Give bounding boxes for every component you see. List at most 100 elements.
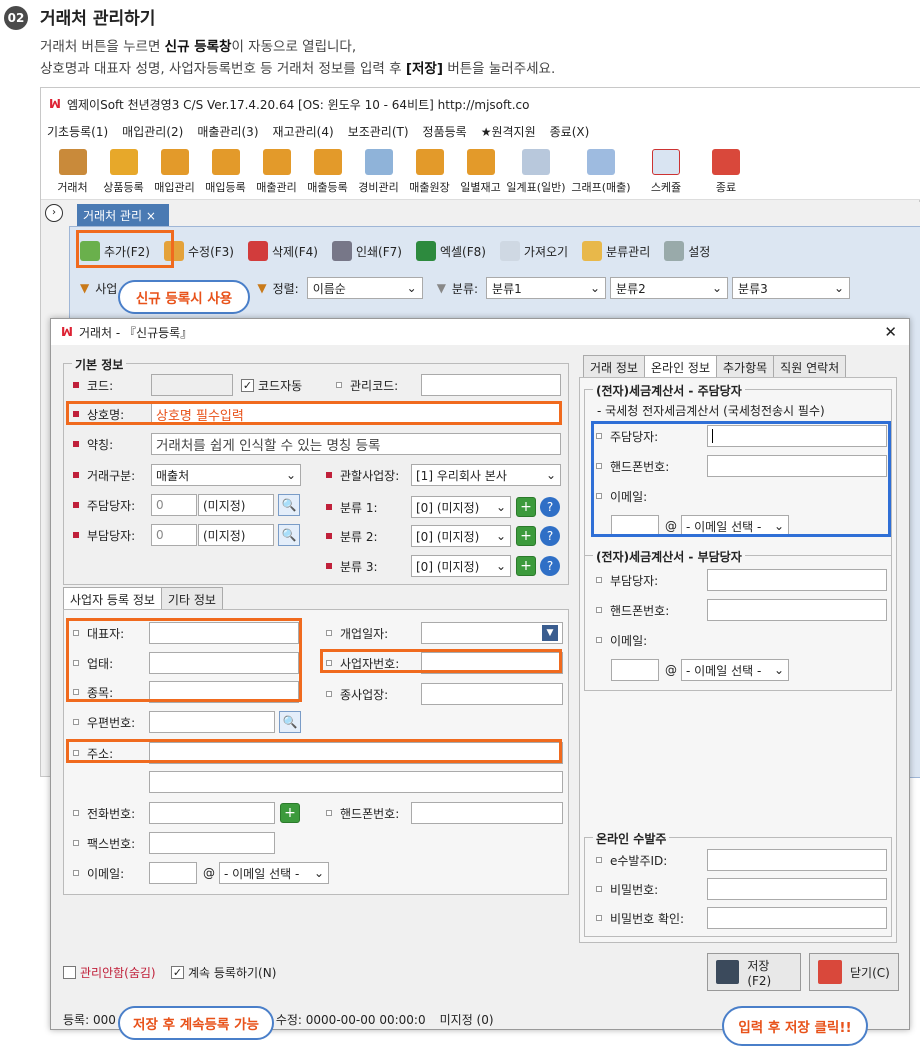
branch-select[interactable]: [1] 우리회사 본사 ⌄ [411, 464, 561, 486]
help-icon[interactable]: ? [540, 497, 560, 517]
email-user-input[interactable] [149, 862, 197, 884]
toolbar-customer-button[interactable]: 거래처 [47, 145, 98, 199]
fax-input[interactable] [149, 832, 275, 854]
toolbar-purchase-reg-button[interactable]: 매입등록 [200, 145, 251, 199]
toolbar-stock-button[interactable]: 일별재고 [455, 145, 506, 199]
continue-checkbox[interactable]: ✓ 계속 등록하기(N) [171, 961, 276, 983]
document-icon [522, 149, 550, 175]
category1-select[interactable]: 분류1 ⌄ [486, 277, 607, 299]
main-manager-code[interactable]: 0 [151, 494, 197, 516]
fax-label: 팩스번호: [73, 832, 135, 854]
add-icon[interactable]: + [516, 497, 536, 517]
tab-online-info[interactable]: 온라인 정보 [643, 355, 717, 379]
menu-item[interactable]: ★원격지원 [481, 123, 536, 140]
tab-business-info[interactable]: 사업자 등록 정보 [63, 587, 162, 611]
menu-item[interactable]: 보조관리(T) [348, 123, 409, 140]
settings-button[interactable]: 설정 [664, 241, 710, 261]
category3-label: 분류 3: [326, 555, 378, 577]
online-pw2-input[interactable] [707, 907, 887, 929]
close-icon[interactable]: ✕ [884, 323, 897, 341]
category2-select[interactable]: [0] (미지정) ⌄ [411, 525, 511, 547]
autocode-checkbox[interactable]: ✓ 코드자동 [241, 374, 302, 396]
calendar-dropdown-icon[interactable]: ▼ [542, 625, 558, 641]
delete-button[interactable]: 삭제(F4) [247, 241, 318, 261]
help-icon[interactable]: ? [540, 526, 560, 546]
search-icon[interactable]: 🔍 [278, 524, 300, 546]
import-button[interactable]: 가져오기 [499, 241, 568, 261]
menu-item[interactable]: 기초등록(1) [47, 123, 108, 140]
tab-extra-items[interactable]: 추가항목 [716, 355, 775, 379]
mgmt-code-input[interactable] [421, 374, 561, 396]
online-pw-input[interactable] [707, 878, 887, 900]
open-date-picker[interactable]: ▼ [421, 622, 563, 644]
alias-input[interactable]: 거래처를 쉽게 인식할 수 있는 명칭 등록 [151, 433, 561, 455]
print-button[interactable]: 인쇄(F7) [331, 241, 402, 261]
trade-type-select[interactable]: 매출처 ⌄ [151, 464, 301, 486]
help-icon[interactable]: ? [540, 556, 560, 576]
code-input[interactable] [151, 374, 233, 396]
tax-sub-mgr-input[interactable] [707, 569, 887, 591]
tax-sub-email-user[interactable] [611, 659, 659, 681]
save-button[interactable]: 저장(F2) [707, 953, 801, 991]
tab-customer-management[interactable]: 거래처 관리 × [77, 204, 169, 226]
menu-item[interactable]: 재고관리(4) [273, 123, 334, 140]
search-icon[interactable]: 🔍 [278, 494, 300, 516]
excel-button[interactable]: 엑셀(F8) [415, 241, 486, 261]
add-phone-icon[interactable]: + [280, 803, 300, 823]
category3-select[interactable]: 분류3 ⌄ [732, 277, 851, 299]
app-title: 엠제이Soft 천년경영3 C/S Ver.17.4.20.64 [OS: 윈도… [66, 97, 530, 112]
tax-sub-mobile-input[interactable] [707, 599, 887, 621]
category-mgmt-button[interactable]: 분류관리 [582, 241, 650, 261]
sub-manager-code[interactable]: 0 [151, 524, 197, 546]
menu-item[interactable]: 매입관리(2) [122, 123, 183, 140]
tax-sub-email-label: 이메일: [596, 629, 647, 651]
zip-input[interactable] [149, 711, 275, 733]
funnel-icon: ▼ [257, 281, 267, 295]
toolbar-exit-button[interactable]: 종료 [696, 145, 756, 199]
toolbar-sales-button[interactable]: 매출관리 [251, 145, 302, 199]
category2-select[interactable]: 분류2 ⌄ [610, 277, 729, 299]
address-detail-input[interactable] [149, 771, 563, 793]
toolbar-purchase-button[interactable]: 매입관리 [149, 145, 200, 199]
sub-toolbar: 추가(F2) 수정(F3) 삭제(F4) 인쇄(F7) 엑셀(F8) 가져오기 … [80, 233, 920, 269]
tab-staff-contacts[interactable]: 직원 연락처 [773, 355, 847, 379]
document-tab-row: › 거래처 관리 × [41, 202, 920, 226]
mobile-input[interactable] [411, 802, 563, 824]
close-button[interactable]: 닫기(C) [809, 953, 899, 991]
excel-icon [415, 241, 436, 261]
tab-trade-info[interactable]: 거래 정보 [583, 355, 645, 379]
toolbar-schedule-button[interactable]: 스케쥴 [636, 145, 696, 199]
toolbar-ledger-button[interactable]: 매출원장 [404, 145, 455, 199]
menubar: 기초등록(1) 매입관리(2) 매출관리(3) 재고관리(4) 보조관리(T) … [41, 120, 920, 142]
online-id-input[interactable] [707, 849, 887, 871]
tax-sub-email-select[interactable]: - 이메일 선택 - ⌄ [681, 659, 789, 681]
toolbar-daily-button[interactable]: 일계표(일반) [506, 145, 566, 199]
search-icon[interactable]: 🔍 [279, 711, 301, 733]
phone-input[interactable] [149, 802, 275, 824]
category3-select[interactable]: [0] (미지정) ⌄ [411, 555, 511, 577]
code-label: 코드: [73, 374, 113, 396]
copy-doc-icon [499, 241, 520, 261]
menu-item[interactable]: 종료(X) [550, 123, 590, 140]
customer-icon [58, 149, 87, 175]
email-domain-select[interactable]: - 이메일 선택 - ⌄ [219, 862, 329, 884]
edit-button[interactable]: 수정(F3) [163, 241, 234, 261]
add-icon[interactable]: + [516, 556, 536, 576]
sub-site-input[interactable] [421, 683, 563, 705]
menu-item[interactable]: 매출관리(3) [197, 123, 258, 140]
toolbar-sales-reg-button[interactable]: 매출등록 [302, 145, 353, 199]
toolbar-expense-button[interactable]: 경비관리 [353, 145, 404, 199]
category1-select[interactable]: [0] (미지정) ⌄ [411, 496, 511, 518]
menu-item[interactable]: 정품등록 [423, 123, 467, 140]
tab-other-info[interactable]: 기타 정보 [160, 587, 223, 611]
dialog-title: 거래처 - 『신규등록』 [78, 325, 193, 340]
add-icon[interactable]: + [516, 526, 536, 546]
toolbar-product-button[interactable]: 상품등록 [98, 145, 149, 199]
toolbar-graph-button[interactable]: 그래프(매출) [566, 145, 636, 199]
sort-select[interactable]: 이름순 ⌄ [306, 277, 423, 299]
nav-circle-icon[interactable]: › [45, 204, 63, 222]
callout-new-registration: 신규 등록시 사용 [118, 280, 250, 314]
status-unassigned: 미지정 (0) [439, 1012, 494, 1027]
sort-label: 정렬: [272, 281, 299, 296]
hide-checkbox[interactable]: 관리안함(숨김) [63, 961, 156, 983]
